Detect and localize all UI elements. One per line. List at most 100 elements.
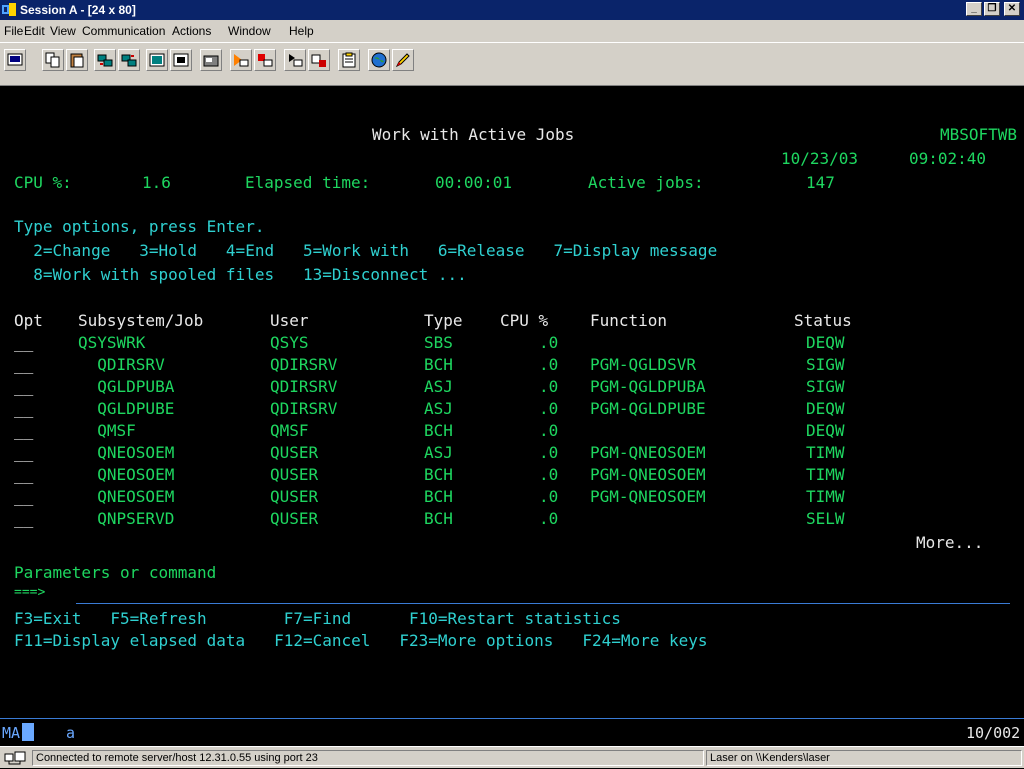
print-screen-icon bbox=[7, 53, 23, 66]
play-button[interactable] bbox=[284, 49, 306, 71]
job-status: DEQW bbox=[806, 399, 845, 418]
opt-input[interactable]: __ bbox=[14, 442, 33, 464]
job-status: TIMW bbox=[806, 487, 845, 506]
display-button[interactable] bbox=[146, 49, 168, 71]
parameters-label: Parameters or command bbox=[14, 563, 217, 582]
command-input-line[interactable] bbox=[76, 603, 1010, 604]
options-line-1: 2=Change 3=Hold 4=End 5=Work with 6=Rele… bbox=[14, 241, 718, 260]
minimize-button[interactable]: _ bbox=[966, 2, 982, 16]
col-status: Status bbox=[794, 311, 852, 330]
keypad-button[interactable] bbox=[170, 49, 192, 71]
opt-input[interactable]: __ bbox=[14, 332, 33, 354]
opt-input[interactable]: __ bbox=[14, 376, 33, 398]
job-status: SIGW bbox=[806, 355, 845, 374]
job-type: ASJ bbox=[424, 399, 453, 418]
record-icon bbox=[234, 54, 249, 67]
opt-input[interactable]: __ bbox=[14, 486, 33, 508]
macro-button[interactable] bbox=[200, 49, 222, 71]
connection-icon bbox=[3, 750, 29, 766]
job-name: QSYSWRK bbox=[78, 333, 146, 352]
active-jobs-value: 147 bbox=[806, 173, 835, 192]
record-button[interactable] bbox=[230, 49, 252, 71]
paste-button[interactable] bbox=[66, 49, 88, 71]
job-user: QDIRSRV bbox=[270, 355, 338, 374]
globe-button[interactable] bbox=[368, 49, 390, 71]
opt-input[interactable]: __ bbox=[14, 354, 33, 376]
menu-help[interactable]: Help bbox=[289, 24, 314, 38]
keypad-icon bbox=[173, 53, 189, 67]
toolbar bbox=[0, 42, 1024, 86]
menu-edit[interactable]: Edit bbox=[24, 24, 45, 38]
menu-bar: File Edit View Communication Actions Win… bbox=[0, 20, 1024, 42]
job-name: QNPSERVD bbox=[78, 509, 175, 528]
terminal-screen[interactable]: Work with Active Jobs MBSOFTWB 10/23/03 … bbox=[0, 86, 1024, 718]
play-icon bbox=[289, 54, 303, 67]
job-function: PGM-QGLDPUBA bbox=[590, 377, 706, 396]
more-indicator: More... bbox=[916, 533, 984, 552]
pause-button[interactable] bbox=[308, 49, 330, 71]
system-name: MBSOFTWB bbox=[940, 125, 1018, 144]
job-name: QNEOSOEM bbox=[78, 465, 175, 484]
send-button[interactable] bbox=[94, 49, 116, 71]
oia-cursor-flag: a bbox=[66, 724, 76, 742]
stop-button[interactable] bbox=[254, 49, 276, 71]
menu-file[interactable]: File bbox=[4, 24, 23, 38]
menu-actions[interactable]: Actions bbox=[172, 24, 211, 38]
screen-time: 09:02:40 bbox=[909, 149, 987, 168]
job-cpu: .0 bbox=[539, 487, 559, 506]
receive-button[interactable] bbox=[118, 49, 140, 71]
oia-divider bbox=[0, 718, 1024, 719]
menu-window[interactable]: Window bbox=[228, 24, 271, 38]
active-jobs-label: Active jobs: bbox=[588, 173, 704, 192]
copy-button[interactable] bbox=[42, 49, 64, 71]
job-name: QMSF bbox=[78, 421, 136, 440]
instructions: Type options, press Enter. bbox=[14, 217, 265, 236]
job-cpu: .0 bbox=[539, 399, 559, 418]
print-screen-button[interactable] bbox=[4, 49, 26, 71]
job-function: PGM-QNEOSOEM bbox=[590, 487, 706, 506]
col-opt: Opt bbox=[14, 311, 43, 330]
job-status: TIMW bbox=[806, 465, 845, 484]
oia-indicator: MA bbox=[2, 724, 21, 742]
job-function: PGM-QGLDPUBE bbox=[590, 399, 706, 418]
function-keys-line-1: F3=Exit F5=Refresh F7=Find F10=Restart s… bbox=[14, 609, 621, 628]
minimize-icon: _ bbox=[971, 3, 977, 14]
clipboard-button[interactable] bbox=[338, 49, 360, 71]
restore-button[interactable]: ❐ bbox=[984, 2, 1000, 16]
col-user: User bbox=[270, 311, 309, 330]
elapsed-label: Elapsed time: bbox=[245, 173, 371, 192]
job-user: QDIRSRV bbox=[270, 399, 338, 418]
job-name: QNEOSOEM bbox=[78, 443, 175, 462]
cpu-label: CPU %: bbox=[14, 173, 72, 192]
opt-input[interactable]: __ bbox=[14, 508, 33, 530]
menu-view[interactable]: View bbox=[50, 24, 76, 38]
session-icon[interactable] bbox=[2, 3, 16, 16]
job-name: QGLDPUBA bbox=[78, 377, 175, 396]
job-type: ASJ bbox=[424, 377, 453, 396]
job-cpu: .0 bbox=[539, 333, 559, 352]
job-status: DEQW bbox=[806, 421, 845, 440]
stop-icon bbox=[258, 54, 273, 67]
job-user: QDIRSRV bbox=[270, 377, 338, 396]
job-function: PGM-QGLDSVR bbox=[590, 355, 696, 374]
job-cpu: .0 bbox=[539, 465, 559, 484]
opt-input[interactable]: __ bbox=[14, 398, 33, 420]
job-user: QUSER bbox=[270, 443, 319, 462]
job-type: BCH bbox=[424, 355, 453, 374]
opt-input[interactable]: __ bbox=[14, 420, 33, 442]
function-keys-line-2: F11=Display elapsed data F12=Cancel F23=… bbox=[14, 631, 708, 650]
window-title-bar[interactable]: Session A - [24 x 80] _ ❐ ✕ bbox=[0, 0, 1024, 20]
job-function: PGM-QNEOSOEM bbox=[590, 443, 706, 462]
opt-input[interactable]: __ bbox=[14, 464, 33, 486]
job-status: TIMW bbox=[806, 443, 845, 462]
cursor-position: 10/002 bbox=[966, 724, 1021, 742]
clipboard-icon bbox=[342, 52, 356, 68]
job-type: BCH bbox=[424, 487, 453, 506]
menu-communication[interactable]: Communication bbox=[82, 24, 165, 38]
pause-icon bbox=[311, 54, 326, 67]
close-button[interactable]: ✕ bbox=[1004, 2, 1020, 16]
job-cpu: .0 bbox=[539, 421, 559, 440]
restore-icon: ❐ bbox=[987, 3, 997, 14]
edit-pen-button[interactable] bbox=[392, 49, 414, 71]
job-name: QNEOSOEM bbox=[78, 487, 175, 506]
